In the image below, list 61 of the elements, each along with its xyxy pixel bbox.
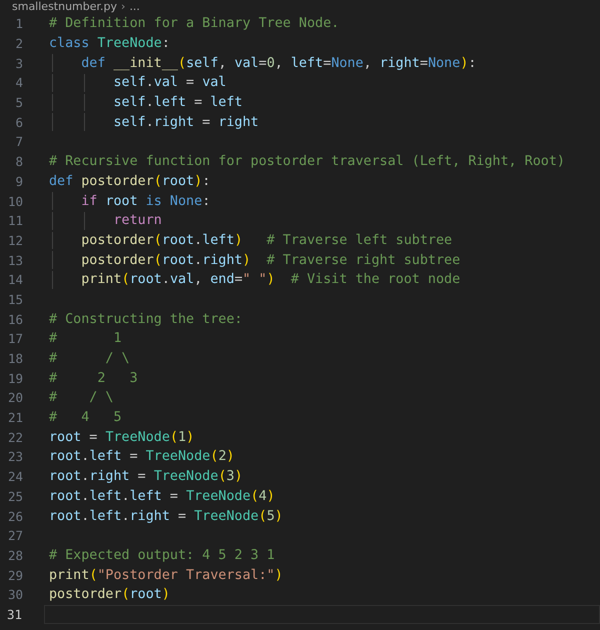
code-line: return [112,213,162,228]
code-line: if root is None: [80,194,210,209]
line-number: 30 [6,587,23,602]
line-number: 12 [6,232,23,248]
line-number: 16 [6,312,23,327]
code-line: class TreeNode: [49,36,170,52]
line-number: 13 [6,252,23,268]
line-number: 23 [6,449,23,464]
line-number: 24 [6,469,23,484]
breadcrumb-separator: › [121,0,126,14]
line-number: 28 [6,548,23,563]
code-line: postorder(root.left) # Traverse left subtree [80,232,452,248]
code-line: self.val = val [112,75,226,90]
breadcrumb-file[interactable]: smallestnumber.py [12,0,118,14]
line-number: 6 [14,114,23,130]
line-number: 19 [6,370,23,386]
code-line: # 2 3 [49,370,138,386]
code-line: # 4 5 [49,410,122,426]
line-number: 7 [14,134,23,150]
line-number: 2 [14,36,23,52]
line-number: 31 [6,606,22,622]
line-number: 15 [6,292,23,307]
line-number: 21 [6,410,23,426]
line-number: 8 [14,154,23,170]
breadcrumb-symbol[interactable]: ... [129,0,140,14]
line-number: 11 [6,213,23,228]
code-line: # Expected output: 4 5 2 3 1 [49,548,275,563]
code-line: # / \ [49,351,130,366]
line-number: 1 [14,16,23,32]
code-line: # Constructing the tree: [49,312,242,327]
line-number: 20 [6,390,23,406]
line-number: 22 [6,430,23,445]
line-number: 5 [14,95,23,110]
code-line: self.left = left [112,95,242,110]
line-number: 4 [14,75,23,90]
code-line: root.left = TreeNode(2) [49,449,234,464]
code-line: print(root.val, end=" ") # Visit the root node [80,272,460,288]
code-line: print("Postorder Traversal:") [49,568,283,583]
line-number: 10 [6,194,23,209]
code-line: root.left.right = TreeNode(5) [49,508,283,524]
code-line: root.right = TreeNode(3) [49,469,242,484]
code-line: # 1 [49,331,122,346]
line-number: 14 [6,272,23,288]
line-number: 9 [14,174,23,189]
line-number: 18 [6,351,23,366]
code-line: # Definition for a Binary Tree Node. [49,16,340,32]
code-line: root.left.left = TreeNode(4) [49,488,275,504]
line-number: 29 [6,568,23,583]
line-number: 3 [14,56,23,71]
line-number: 17 [6,331,23,346]
code-line: postorder(root) [49,587,170,602]
line-number: 27 [6,528,23,544]
code-line: postorder(root.right) # Traverse right subtree [80,252,460,268]
code-line: # Recursive function for postorder traversal (Left, Right, Root) [49,154,565,170]
code-line: def __init__(self, val=0, left=None, right=None): [80,56,476,71]
line-number: 25 [6,488,23,504]
code-line: root = TreeNode(1) [49,430,194,445]
code-line: # / \ [49,390,114,406]
code-line: def postorder(root): [49,174,210,189]
line-number: 26 [6,508,23,524]
code-line: self.right = right [112,114,259,130]
